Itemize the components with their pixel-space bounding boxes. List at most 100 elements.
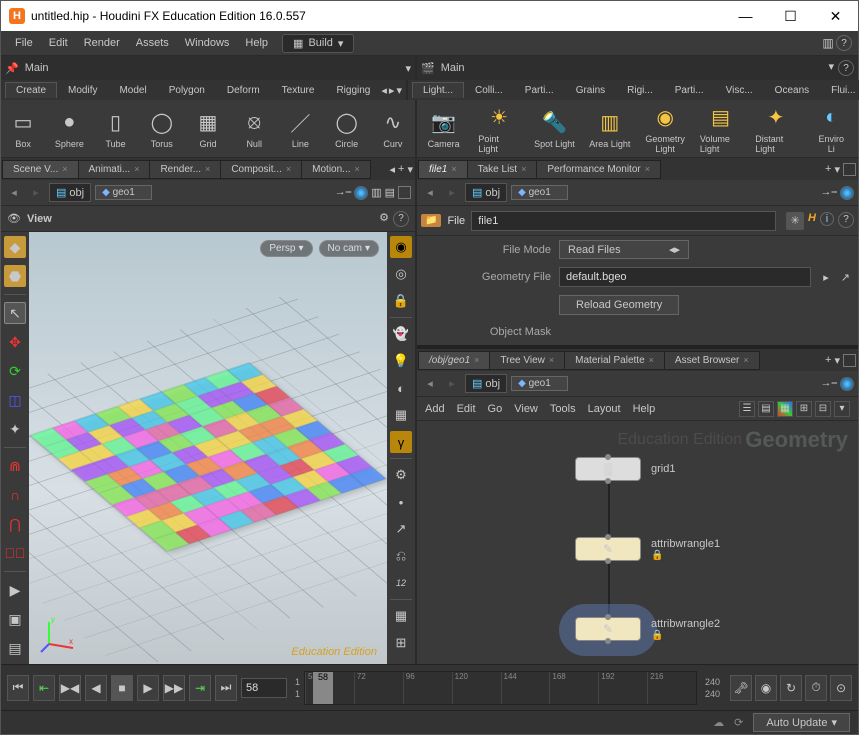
timeline-track[interactable]: 587296120144168192216 58 (304, 671, 697, 705)
shelf-tab-create[interactable]: Create (5, 82, 57, 98)
shelf-tool-spotlight[interactable]: 🔦Spot Light (534, 109, 575, 149)
play-fwd-button[interactable]: ▶▶ (163, 675, 185, 701)
menu-assets[interactable]: Assets (128, 33, 177, 53)
clock-button[interactable]: ⊙ (830, 675, 852, 701)
menu-help[interactable]: Help (237, 33, 276, 53)
net-nav-back-icon[interactable]: ◂ (421, 377, 439, 390)
shelf-tool-box[interactable]: ▭Box (7, 109, 39, 149)
net-menu-edit[interactable]: Edit (457, 403, 476, 415)
shelf-tab-model[interactable]: Model (108, 82, 157, 99)
close-button[interactable]: ✕ (813, 1, 858, 31)
auto-update-dropdown[interactable]: Auto Update▾ (753, 713, 850, 732)
node-name-input[interactable] (471, 211, 776, 231)
display-flag-icon[interactable] (354, 186, 368, 200)
key-fwd-button[interactable]: ⇥ (189, 675, 211, 701)
param-disp-icon[interactable] (840, 186, 854, 200)
net-opts-icon[interactable]: ▾ (834, 401, 850, 417)
lock-icon[interactable]: 🔒 (390, 290, 412, 312)
num-icon[interactable]: 12 (390, 572, 412, 594)
max-net-icon[interactable] (843, 354, 856, 367)
shelf-tab-modify[interactable]: Modify (57, 82, 108, 99)
shelf-tool-tube[interactable]: ▯Tube (99, 109, 131, 149)
shelf-tool-torus[interactable]: ◯Torus (146, 109, 178, 149)
network-canvas[interactable]: Education Edition Geometry ▒grid1 ✎attri… (417, 421, 858, 664)
minimize-button[interactable]: — (723, 1, 768, 31)
ghost-icon[interactable]: 👻 (390, 323, 412, 345)
maximize-button[interactable]: ☐ (768, 1, 813, 31)
view-opts-icon[interactable]: ⚙ (379, 211, 389, 227)
shelf-tool-distantlight[interactable]: ✦Distant Light (755, 104, 796, 154)
key-button[interactable]: 🗝 (730, 675, 752, 701)
bulb-icon[interactable]: 💡 (390, 350, 412, 372)
net-tree-icon[interactable]: ⊟ (815, 401, 831, 417)
net-path-geo[interactable]: ◆ geo1 (511, 376, 568, 391)
maximize-pane-icon[interactable] (398, 186, 411, 199)
net-menu-view[interactable]: View (514, 403, 538, 415)
cam-dropdown[interactable]: No cam▾ (319, 240, 379, 257)
sel-obj-icon[interactable]: ◆ (4, 236, 26, 258)
tab-close-icon[interactable]: × (62, 164, 67, 174)
net-menu-tools[interactable]: Tools (550, 403, 576, 415)
param-nav-back-icon[interactable]: ◂ (421, 186, 439, 199)
persp-dropdown[interactable]: Persp▾ (260, 240, 312, 257)
render-region-icon[interactable]: ▣ (4, 608, 26, 630)
shelf-tab-oceans[interactable]: Oceans (764, 82, 820, 99)
tab-takelist[interactable]: Take List× (467, 160, 538, 179)
net-path-obj[interactable]: ▤obj (465, 374, 507, 393)
net-grid-icon[interactable]: ⊞ (796, 401, 812, 417)
tab-perfmon[interactable]: Performance Monitor× (536, 160, 661, 179)
info-icon[interactable]: i (820, 212, 834, 226)
shelf-menu-icon[interactable]: ▾ (396, 84, 402, 97)
tab-motion[interactable]: Motion...× (301, 160, 371, 179)
cloud-icon[interactable]: ☁ (713, 716, 724, 729)
net-color-icon[interactable]: ▦ (777, 401, 793, 417)
handle-tool-icon[interactable]: ✦ (4, 418, 26, 440)
shelf-tool-pointlight[interactable]: ☀Point Light (478, 104, 519, 154)
snap-curve-icon[interactable]: ∩ (4, 484, 26, 506)
path-segment-obj[interactable]: ▤obj (49, 183, 91, 202)
pin-path-icon[interactable]: →⎯ (335, 186, 352, 200)
add-tab-icon[interactable]: + (398, 163, 404, 175)
path-segment-geo[interactable]: ◆ geo1 (95, 185, 152, 200)
help-icon[interactable]: ? (836, 35, 852, 51)
realtime-button[interactable]: ⏱ (805, 675, 827, 701)
add-net-tab-icon[interactable]: + (825, 354, 831, 366)
arrow-tool-icon[interactable]: ↖ (4, 302, 26, 324)
shelf-tool-envlight[interactable]: ◐Enviro Li (811, 104, 852, 154)
menu-edit[interactable]: Edit (41, 33, 76, 53)
max-param-icon[interactable] (843, 163, 856, 176)
file-chooser-icon[interactable]: ▸ (819, 271, 833, 284)
net-menu-go[interactable]: Go (488, 403, 503, 415)
desktop-tab-right-label[interactable]: Main (441, 62, 465, 74)
shelf-tool-curve[interactable]: ∿Curv (377, 109, 409, 149)
shelf-right-arrow[interactable]: ▸ (389, 84, 395, 97)
key-back-button[interactable]: ⇤ (33, 675, 55, 701)
param-pin-icon[interactable]: →⎯ (821, 186, 838, 200)
play-back-button[interactable]: ▶◀ (59, 675, 81, 701)
nav-fwd-icon[interactable]: ▸ (27, 186, 45, 199)
tab-netview[interactable]: /obj/geo1× (418, 351, 490, 370)
tab-render[interactable]: Render...× (149, 160, 221, 179)
net-pin-icon[interactable]: →⎯ (821, 377, 838, 391)
tab-animation[interactable]: Animati...× (78, 160, 151, 179)
shelf-tab-lights[interactable]: Light... (412, 82, 464, 98)
net-menu-help[interactable]: Help (633, 403, 656, 415)
play-button[interactable]: ▶ (137, 675, 159, 701)
shelf-tab-visc[interactable]: Visc... (715, 82, 764, 99)
view-option-icon[interactable]: ▥ (371, 186, 381, 200)
menu-file[interactable]: File (7, 33, 41, 53)
wire-icon[interactable]: ▦ (390, 605, 412, 627)
shelf-left-arrow[interactable]: ◂ (381, 84, 387, 97)
desktop-tab-left-label[interactable]: Main (25, 62, 49, 74)
shelf-tool-arealight[interactable]: ▥Area Light (589, 109, 630, 149)
gear-icon[interactable]: ✳ (786, 212, 804, 230)
net-nav-fwd-icon[interactable]: ▸ (443, 377, 461, 390)
add-param-tab-icon[interactable]: + (825, 163, 831, 175)
shelf-tab-parti[interactable]: Parti... (514, 82, 565, 99)
shade-smooth-icon[interactable]: ◉ (390, 236, 412, 258)
h-icon[interactable]: H (808, 212, 816, 230)
viewport[interactable]: Persp▾ No cam▾ yx Education Edition (29, 232, 387, 664)
shelf-tab-rigi[interactable]: Rigi... (616, 82, 664, 99)
first-frame-button[interactable]: ⏮ (7, 675, 29, 701)
snap-multi-icon[interactable]: ⋓⃘ (4, 542, 26, 564)
